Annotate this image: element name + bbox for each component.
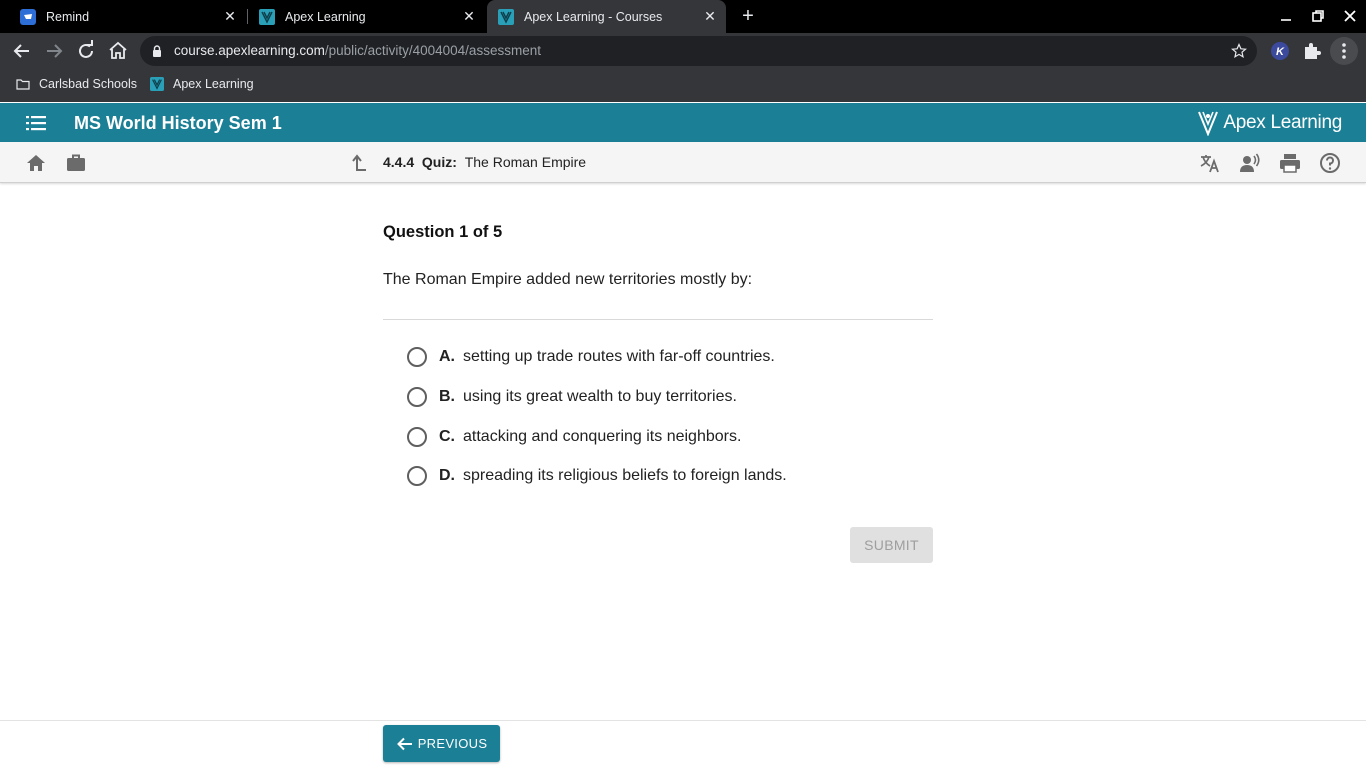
previous-button[interactable]: PREVIOUS — [383, 725, 500, 762]
extensions-puzzle-icon[interactable] — [1300, 39, 1324, 63]
apex-logo-icon — [1198, 111, 1219, 136]
menu-button[interactable] — [1330, 37, 1358, 65]
remind-icon — [20, 8, 36, 25]
answer-choice-d[interactable]: D. spreading its religious beliefs to fo… — [407, 465, 787, 487]
home-icon[interactable] — [106, 39, 130, 63]
tab-title: Remind — [46, 9, 90, 24]
tab-apex-courses[interactable]: Apex Learning - Courses ✕ — [487, 0, 726, 33]
radio-button[interactable] — [407, 347, 427, 367]
briefcase-icon[interactable] — [65, 152, 87, 174]
tab-separator — [247, 9, 248, 24]
question-divider — [383, 319, 933, 320]
url-text: course.apexlearning.com/public/activity/… — [174, 43, 541, 58]
close-window-icon[interactable] — [1342, 8, 1358, 24]
read-aloud-icon[interactable] — [1239, 152, 1261, 174]
new-tab-icon[interactable]: + — [738, 6, 758, 26]
radio-button[interactable] — [407, 466, 427, 486]
help-icon[interactable] — [1319, 152, 1341, 174]
address-bar[interactable]: course.apexlearning.com/public/activity/… — [140, 36, 1257, 66]
apex-logo: Apex Learning — [1197, 109, 1342, 137]
choice-text: attacking and conquering its neighbors. — [463, 428, 742, 445]
question-text: The Roman Empire added new territories m… — [383, 271, 753, 288]
activity-number: 4.4.4 — [383, 154, 415, 170]
choice-text: setting up trade routes with far-off cou… — [463, 348, 775, 365]
bookmark-star-icon[interactable] — [1231, 43, 1247, 59]
submit-button[interactable]: SUBMIT — [850, 527, 933, 563]
page-footer — [0, 720, 1366, 768]
activity-type: Quiz: — [421, 154, 457, 170]
profile-extension-icon[interactable]: K — [1268, 39, 1292, 63]
minimize-icon[interactable] — [1278, 8, 1294, 24]
forward-icon[interactable] — [42, 39, 66, 63]
course-title: MS World History Sem 1 — [74, 113, 282, 133]
choice-letter: C. — [439, 428, 455, 445]
tab-apex-learning[interactable]: Apex Learning ✕ — [251, 0, 485, 33]
choice-letter: B. — [439, 388, 455, 405]
home-icon[interactable] — [25, 152, 47, 174]
apex-favicon — [259, 8, 275, 25]
radio-button[interactable] — [407, 387, 427, 407]
choice-letter: D. — [439, 467, 455, 484]
close-tab-icon[interactable]: ✕ — [702, 8, 718, 24]
radio-button[interactable] — [407, 427, 427, 447]
bookmark-label: Carlsbad Schools — [39, 77, 137, 91]
url-host: course.apexlearning.com — [174, 43, 325, 58]
close-tab-icon[interactable]: ✕ — [222, 8, 238, 24]
tab-title: Apex Learning — [285, 9, 366, 24]
browser-toolbar: course.apexlearning.com/public/activity/… — [0, 33, 1366, 69]
tab-title: Apex Learning - Courses — [524, 9, 663, 24]
bookmark-label: Apex Learning — [173, 77, 254, 91]
translate-icon[interactable] — [1199, 152, 1221, 174]
back-icon[interactable] — [10, 39, 34, 63]
activity-toolbar: 4.4.4 Quiz: The Roman Empire — [0, 142, 1366, 183]
apex-favicon — [498, 8, 514, 25]
answer-choice-c[interactable]: C. attacking and conquering its neighbor… — [407, 426, 741, 448]
menu-list-icon[interactable] — [26, 115, 46, 131]
bookmarks-bar: Carlsbad Schools Apex Learning — [0, 69, 1366, 102]
apex-favicon — [150, 77, 164, 91]
activity-breadcrumb: 4.4.4 Quiz: The Roman Empire — [383, 154, 586, 170]
choice-text: using its great wealth to buy territorie… — [463, 388, 737, 405]
activity-title: The Roman Empire — [464, 154, 587, 170]
previous-label: PREVIOUS — [417, 736, 488, 751]
bookmark-apex-learning[interactable]: Apex Learning — [150, 69, 254, 99]
course-header: MS World History Sem 1 Apex Learning — [0, 103, 1366, 142]
url-path: /public/activity/4004004/assessment — [324, 43, 541, 58]
bookmark-carlsbad-schools[interactable]: Carlsbad Schools — [16, 69, 137, 99]
print-icon[interactable] — [1279, 152, 1301, 174]
question-counter: Question 1 of 5 — [383, 223, 503, 241]
lock-icon — [153, 45, 161, 57]
arrow-left-icon — [396, 737, 412, 750]
logo-text: Apex Learning — [1223, 112, 1342, 133]
close-tab-icon[interactable]: ✕ — [461, 8, 477, 24]
tab-remind[interactable]: Remind ✕ — [12, 0, 246, 33]
reload-icon[interactable] — [74, 39, 98, 63]
choice-text: spreading its religious beliefs to forei… — [463, 467, 787, 484]
svg-text:K: K — [1276, 46, 1285, 58]
answer-choice-b[interactable]: B. using its great wealth to buy territo… — [407, 386, 737, 408]
folder-icon — [16, 79, 30, 90]
answer-choice-a[interactable]: A. setting up trade routes with far-off … — [407, 346, 775, 368]
more-vert-icon — [1342, 43, 1346, 59]
choice-letter: A. — [439, 348, 455, 365]
up-level-icon[interactable] — [347, 152, 369, 174]
restore-icon[interactable] — [1310, 8, 1326, 24]
browser-tab-strip: Remind ✕ Apex Learning ✕ Apex Learning -… — [0, 0, 1366, 33]
